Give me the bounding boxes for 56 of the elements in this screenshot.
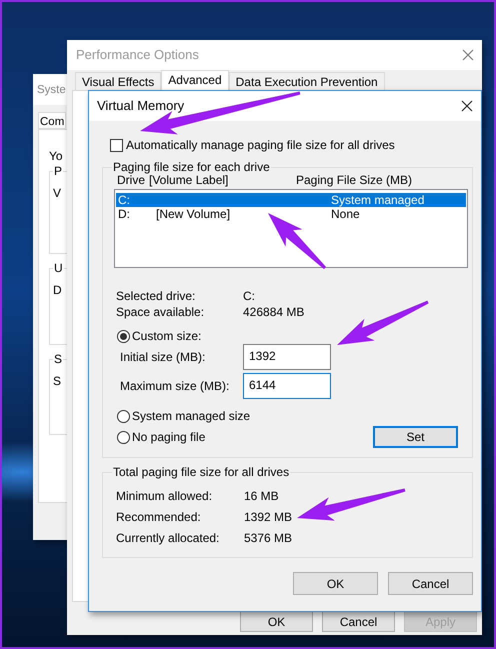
info-value: 426884 MB <box>243 305 304 321</box>
column-header: Paging File Size (MB) <box>296 173 412 187</box>
field-label: Maximum size (MB): <box>120 379 230 393</box>
radio-label: System managed size <box>132 409 250 423</box>
radio-button[interactable] <box>117 410 130 422</box>
total-value: 5376 MB <box>244 530 292 544</box>
radio-button[interactable] <box>117 330 130 342</box>
drive-letter: C: <box>118 193 131 207</box>
group-title: P <box>53 164 64 178</box>
checkbox[interactable] <box>110 138 123 152</box>
column-header: [Volume Label] <box>149 173 230 187</box>
group-title: Paging file size for each drive <box>112 160 271 174</box>
total-value: 16 MB <box>244 488 279 502</box>
group-title: Total paging file size for all drives <box>112 465 290 479</box>
drive-list[interactable]: C: System managed D: [New Volume] None <box>114 189 468 268</box>
tab[interactable]: Data Execution Prevention <box>228 72 385 90</box>
total-label: Minimum allowed: <box>116 488 214 502</box>
dialog-button[interactable]: OK <box>293 572 378 595</box>
drive-row[interactable]: D: [New Volume] None <box>116 207 466 221</box>
radio-button[interactable] <box>117 430 130 444</box>
info-value: C: <box>243 289 255 305</box>
group-text: S <box>53 374 62 388</box>
tab[interactable]: Advanced <box>161 70 229 90</box>
total-value: 1392 MB <box>244 510 292 524</box>
annotation-arrow <box>268 213 326 270</box>
drive-row[interactable]: C: System managed <box>116 193 466 207</box>
input-field[interactable]: 6144 <box>243 373 331 399</box>
radio-label: No paging file <box>132 430 206 444</box>
dialog-button[interactable]: Cancel <box>388 572 473 595</box>
set-button[interactable]: Set <box>373 426 458 448</box>
dialog-button[interactable]: OK <box>240 611 313 632</box>
input-field[interactable]: 1392 <box>243 344 331 370</box>
total-label: Recommended: <box>116 510 202 524</box>
checkbox-label: Automatically manage paging file size for all drives <box>126 138 395 152</box>
field-label: Initial size (MB): <box>120 350 206 364</box>
total-label: Currently allocated: <box>116 530 220 544</box>
group-title: S <box>53 352 64 366</box>
paging-size: None <box>331 207 360 221</box>
window-title: Performance Options <box>76 48 199 62</box>
group-text: D <box>53 283 62 297</box>
group-title: U <box>53 261 64 275</box>
info-label: Selected drive: <box>116 289 196 305</box>
drive-letter: D: <box>118 207 131 221</box>
radio-label: Custom size: <box>132 329 202 343</box>
group-text: V <box>53 186 62 200</box>
column-header: Drive <box>117 173 146 187</box>
intro-text: Yo <box>49 149 63 163</box>
tab[interactable]: Com <box>38 112 66 129</box>
volume-label: [New Volume] <box>156 207 232 221</box>
dialog-button[interactable]: Cancel <box>322 611 395 632</box>
info-label: Space available: <box>116 305 206 321</box>
window-title: Syste <box>37 82 66 96</box>
close-icon[interactable] <box>461 100 473 112</box>
dialog-title: Virtual Memory <box>97 99 184 113</box>
tab[interactable]: Visual Effects <box>75 72 162 90</box>
paging-size: System managed <box>331 193 424 207</box>
